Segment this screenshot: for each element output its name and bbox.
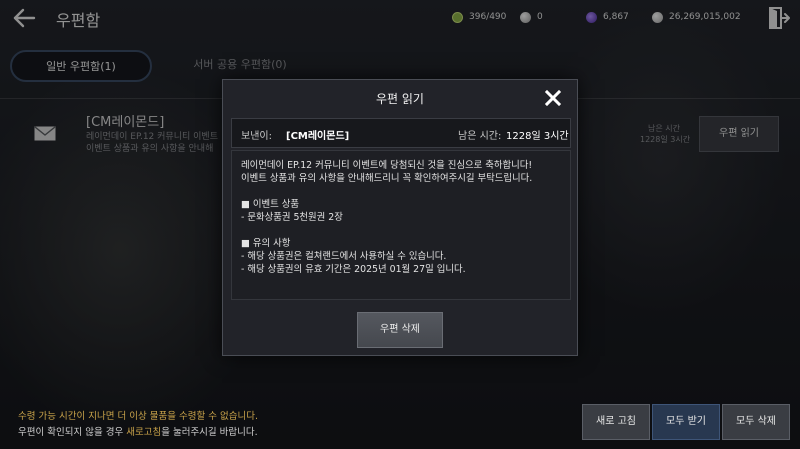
refresh-button[interactable]: 새로 고침 bbox=[582, 404, 650, 440]
close-icon[interactable] bbox=[544, 89, 562, 107]
read-mail-modal: 우편 읽기 보낸이: [CM레이몬드] 남은 시간: 1228일 3시간 레이먼… bbox=[222, 79, 578, 356]
expiry-notice: 수령 가능 시간이 지나면 더 이상 물품을 수령할 수 없습니다. bbox=[18, 411, 258, 422]
receive-all-button[interactable]: 모두 받기 bbox=[652, 404, 720, 440]
mail-body-spacer bbox=[241, 224, 565, 237]
mail-info-bar: 보낸이: [CM레이몬드] 남은 시간: 1228일 3시간 bbox=[231, 118, 571, 148]
refresh-notice-highlight: 새로고침 bbox=[126, 427, 162, 438]
mail-body-fade bbox=[232, 283, 570, 299]
remain-time-label: 남은 시간: bbox=[458, 131, 502, 142]
mail-body-line: ■ 유의 사항 bbox=[241, 238, 291, 249]
refresh-notice: 우편이 확인되지 않을 경우 새로고침을 눌러주시길 바랍니다. bbox=[18, 424, 258, 438]
mail-body-line: 레이먼데이 EP.12 커뮤니티 이벤트에 당첨되신 것을 진심으로 축하합니다… bbox=[241, 160, 533, 171]
delete-mail-button[interactable]: 우편 삭제 bbox=[357, 312, 443, 348]
mail-body-line: ■ 이벤트 상품 bbox=[241, 199, 299, 210]
mail-body-line: - 해당 상품권은 컬쳐랜드에서 사용하실 수 있습니다. bbox=[241, 251, 447, 262]
mail-body-line: 이벤트 상품과 유의 사항을 안내해드리니 꼭 확인하여주시길 부탁드립니다. bbox=[241, 173, 533, 184]
mail-body-line: - 문화상품권 5천원권 2장 bbox=[241, 212, 343, 223]
mail-body-line: - 해당 상품권의 유효 기간은 2025년 01월 27일 입니다. bbox=[241, 264, 466, 275]
mail-body-text: 레이먼데이 EP.12 커뮤니티 이벤트에 당첨되신 것을 진심으로 축하합니다… bbox=[241, 159, 565, 276]
modal-title: 우편 읽기 bbox=[376, 92, 424, 106]
mail-body[interactable]: 레이먼데이 EP.12 커뮤니티 이벤트에 당첨되신 것을 진심으로 축하합니다… bbox=[231, 150, 571, 300]
mail-body-spacer bbox=[241, 185, 565, 198]
sender-label: 보낸이: bbox=[241, 131, 272, 142]
sender-value: [CM레이몬드] bbox=[286, 131, 350, 142]
refresh-notice-text: 우편이 확인되지 않을 경우 bbox=[18, 427, 127, 438]
refresh-notice-text: 을 눌러주시길 바랍니다. bbox=[161, 427, 258, 438]
remain-time-value: 1228일 3시간 bbox=[506, 131, 569, 142]
delete-all-button[interactable]: 모두 삭제 bbox=[722, 404, 790, 440]
